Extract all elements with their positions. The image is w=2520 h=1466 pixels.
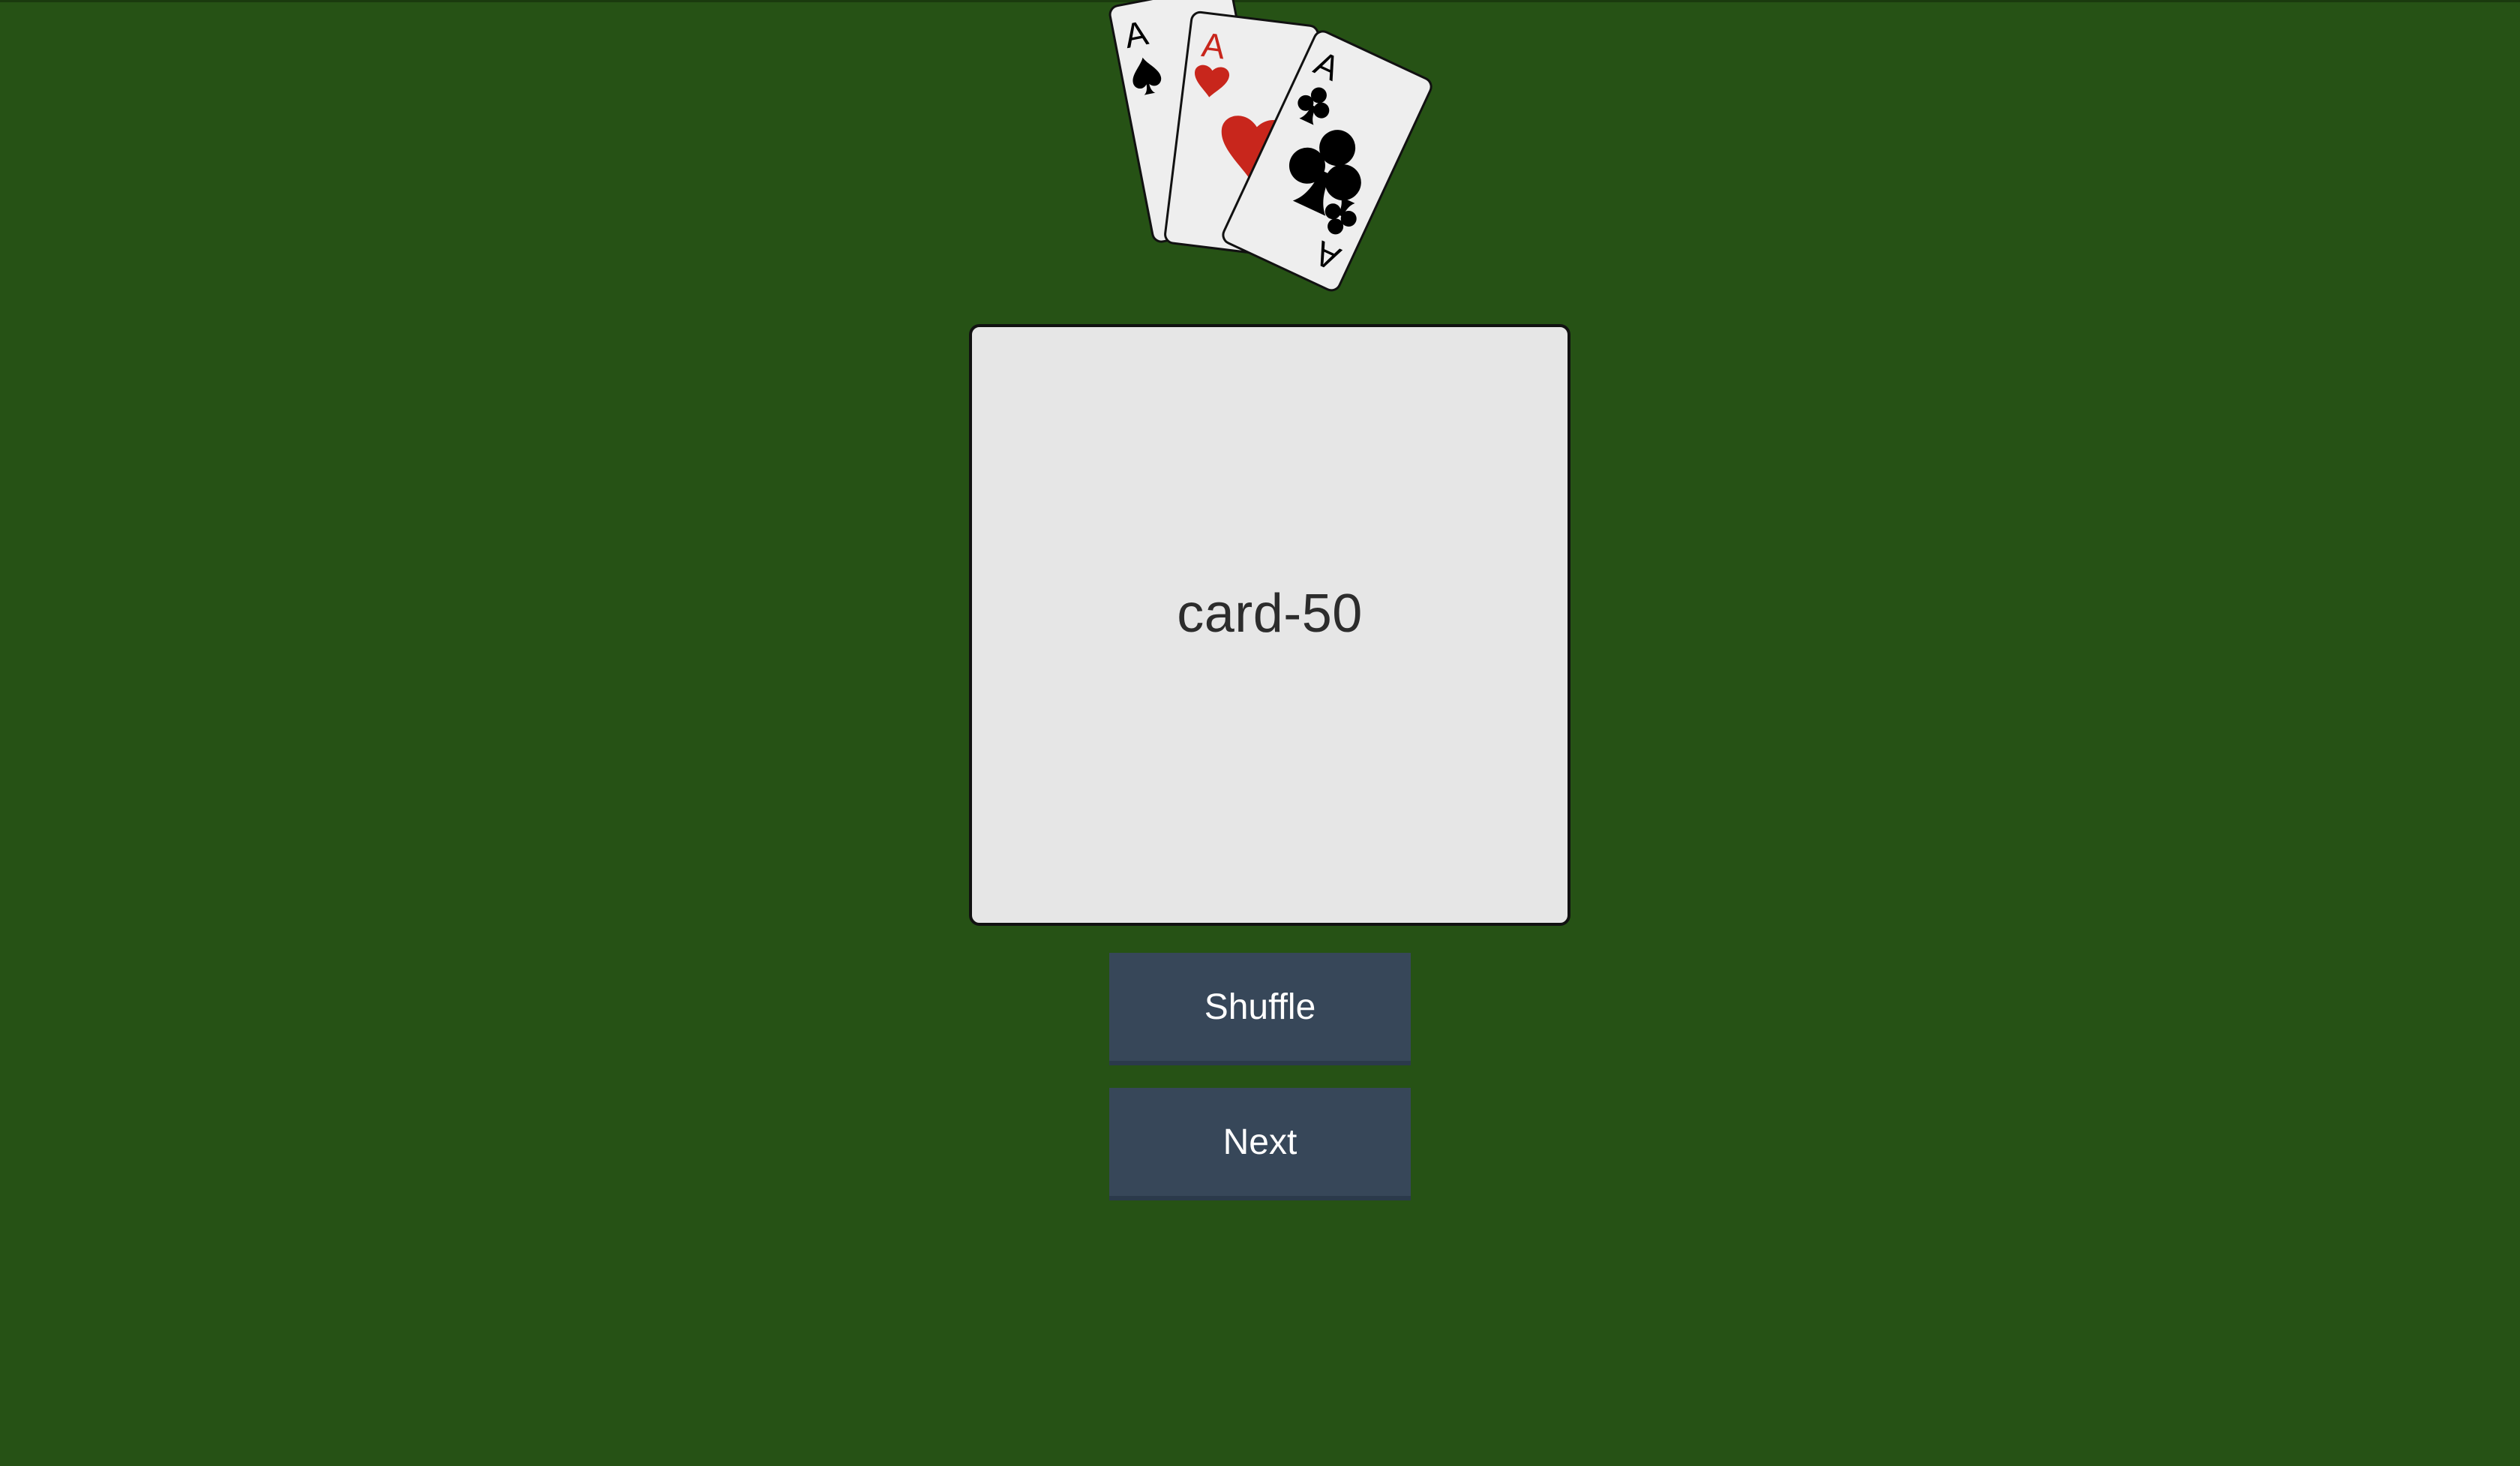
card-label: card-50 xyxy=(1177,584,1363,644)
next-button[interactable]: Next xyxy=(1109,1088,1411,1200)
shuffle-button[interactable]: Shuffle xyxy=(1109,953,1411,1065)
flashcard[interactable]: card-50 xyxy=(969,324,1570,926)
three-aces-icon: A A A A xyxy=(1108,0,1432,292)
